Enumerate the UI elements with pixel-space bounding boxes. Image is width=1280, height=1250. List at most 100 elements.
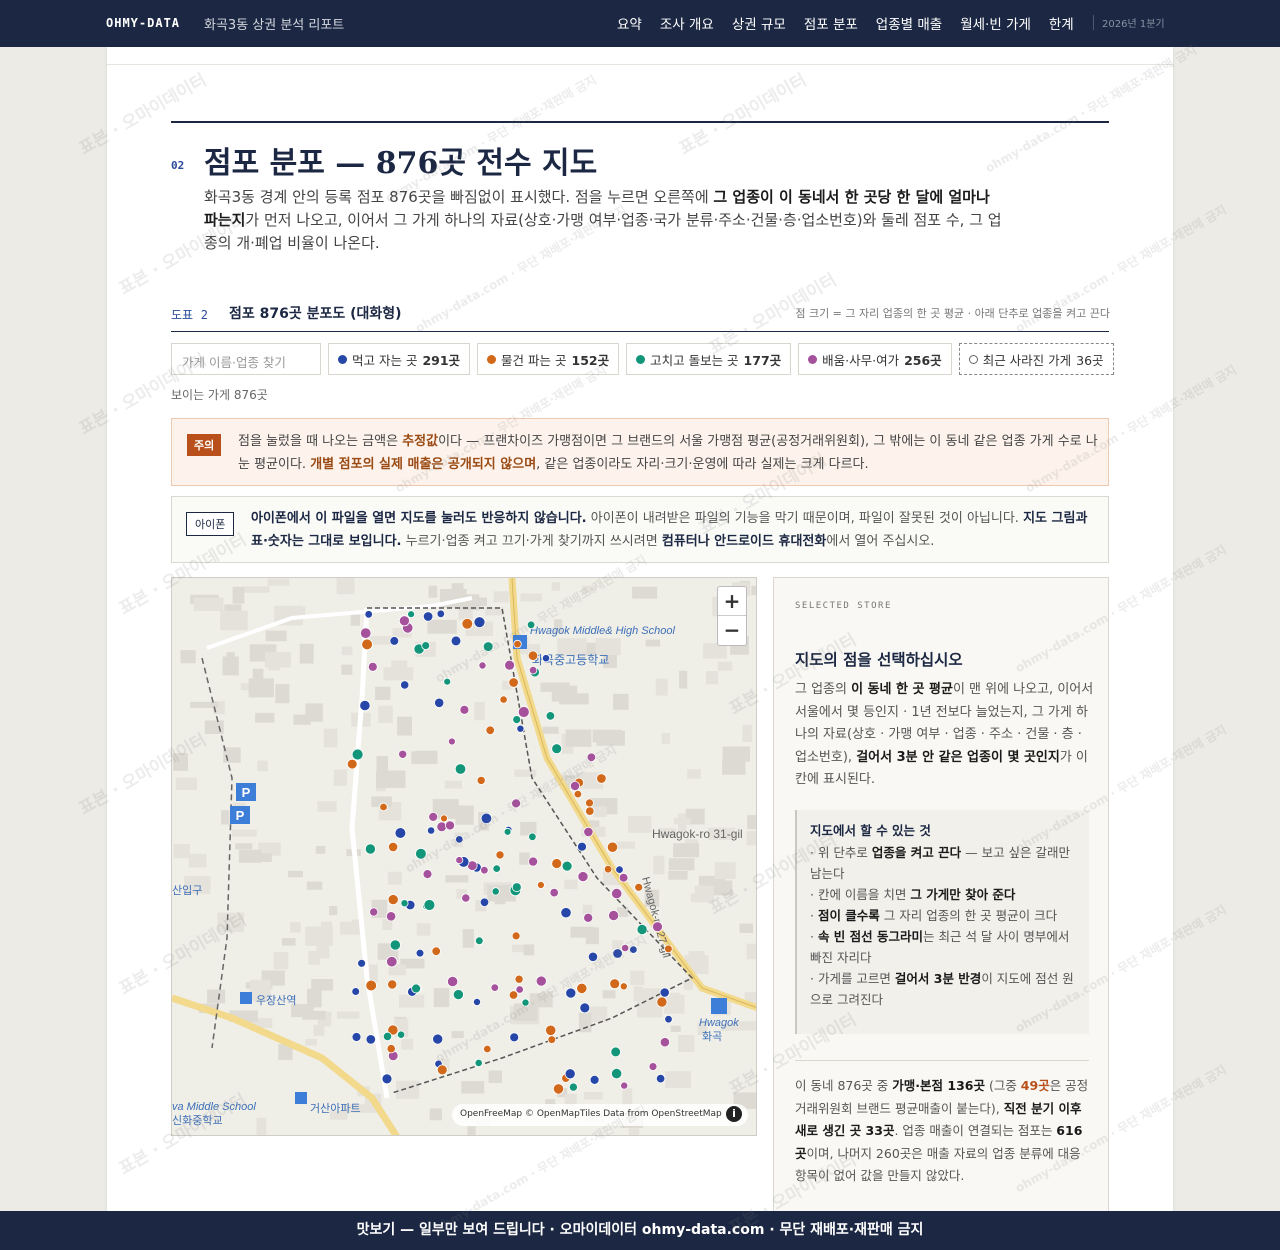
store-dot[interactable] [509, 1032, 520, 1043]
store-dot[interactable] [535, 975, 547, 987]
store-dot[interactable] [436, 609, 445, 618]
filter-chip-closed[interactable]: 최근 사라진 가게 36곳 [958, 343, 1114, 375]
store-dot[interactable] [615, 865, 624, 874]
store-dot[interactable] [351, 1032, 362, 1042]
filter-chip-education-office[interactable]: 배움·사무·여가 256곳 [798, 343, 952, 375]
store-dot[interactable] [499, 695, 508, 704]
store-dot[interactable] [620, 943, 630, 953]
store-dot[interactable] [455, 835, 464, 844]
store-dot[interactable] [508, 677, 519, 688]
store-dot[interactable] [422, 611, 434, 622]
store-dot[interactable] [364, 610, 373, 619]
store-dot[interactable] [398, 615, 410, 627]
zoom-in-button[interactable]: + [718, 587, 746, 616]
store-dot[interactable] [461, 893, 471, 903]
store-dot[interactable] [634, 882, 644, 892]
store-dot[interactable] [659, 987, 670, 998]
store-dot[interactable] [357, 958, 367, 968]
store-dot[interactable] [394, 827, 407, 839]
store-dot[interactable] [397, 1030, 406, 1039]
nav-item-scale[interactable]: 상권 규모 [723, 13, 795, 33]
store-dot[interactable] [351, 987, 361, 996]
store-dot[interactable] [664, 944, 673, 954]
store-dot[interactable] [423, 899, 436, 911]
store-dot[interactable] [528, 832, 537, 841]
store-dot[interactable] [387, 979, 398, 990]
store-dot[interactable] [652, 921, 663, 933]
store-dot[interactable] [636, 923, 648, 935]
store-dot[interactable] [421, 641, 431, 650]
store-dot[interactable] [609, 978, 621, 990]
store-dot[interactable] [521, 998, 530, 1007]
store-dot[interactable] [478, 661, 487, 670]
store-dot[interactable] [655, 1073, 666, 1084]
nav-item-rent[interactable]: 월세·빈 가게 [951, 13, 1040, 33]
store-dot[interactable] [365, 1034, 377, 1045]
zoom-out-button[interactable]: − [718, 616, 746, 645]
store-dot[interactable] [400, 680, 410, 690]
store-dot[interactable] [620, 1081, 629, 1090]
map-attribution[interactable]: OpenFreeMap © OpenMapTiles Data from Ope… [452, 1104, 748, 1126]
store-dot[interactable] [612, 948, 623, 959]
store-dot[interactable] [492, 864, 501, 873]
store-dot[interactable] [576, 982, 588, 994]
store-dot[interactable] [541, 654, 551, 663]
store-dot[interactable] [512, 715, 522, 725]
store-dot[interactable] [526, 620, 536, 629]
store-dot[interactable] [603, 865, 613, 874]
filter-chip-repair-care[interactable]: 고치고 돌보는 곳 177곳 [626, 343, 792, 375]
store-dot[interactable] [381, 1073, 393, 1085]
store-dot[interactable] [351, 748, 364, 761]
store-dot[interactable] [455, 856, 464, 865]
nav-item-sales[interactable]: 업종별 매출 [867, 13, 951, 33]
store-dot[interactable] [503, 827, 512, 836]
store-dot[interactable] [367, 661, 378, 672]
store-dot[interactable] [407, 610, 416, 619]
nav-item-distribution[interactable]: 점포 분포 [795, 13, 867, 33]
store-dot[interactable] [659, 1037, 670, 1048]
store-dot[interactable] [511, 882, 522, 893]
store-dot[interactable] [552, 1083, 565, 1095]
store-dot[interactable] [443, 677, 452, 686]
store-dot[interactable] [656, 996, 668, 1008]
store-dot[interactable] [664, 1015, 673, 1024]
store-dot[interactable] [480, 866, 489, 875]
store-dot[interactable] [369, 907, 379, 917]
store-dot[interactable] [454, 763, 467, 775]
store-dot[interactable] [415, 948, 425, 958]
store-dot[interactable] [545, 711, 556, 721]
store-dot[interactable] [476, 775, 486, 785]
store-dot[interactable] [528, 665, 538, 675]
store-dot[interactable] [436, 1064, 448, 1076]
store-dot[interactable] [515, 985, 524, 994]
store-dot[interactable] [596, 773, 607, 784]
store-dot[interactable] [618, 872, 629, 883]
store-dot[interactable] [573, 789, 583, 799]
store-dot[interactable] [386, 1044, 396, 1054]
store-dot[interactable] [610, 1067, 623, 1080]
store-dot[interactable] [545, 1024, 557, 1036]
store-dot[interactable] [491, 887, 500, 896]
store-dot[interactable] [386, 911, 397, 922]
map-canvas[interactable]: P P Hwagok Middle& High School 화곡중고등학교 H… [172, 578, 757, 1136]
store-search-input[interactable]: 가게 이름·업종 찾기 [171, 343, 321, 375]
store-dot[interactable] [382, 1031, 393, 1041]
info-icon[interactable]: i [726, 1106, 742, 1122]
store-dot[interactable] [446, 975, 459, 988]
store-dot[interactable] [450, 635, 462, 647]
store-dot[interactable] [611, 887, 623, 900]
store-dot[interactable] [513, 639, 522, 649]
nav-item-summary[interactable]: 요약 [608, 13, 651, 33]
store-dot[interactable] [422, 869, 433, 880]
store-dot[interactable] [511, 798, 522, 809]
store-dot[interactable] [364, 843, 376, 855]
store-dot[interactable] [610, 1046, 622, 1058]
store-dot[interactable] [474, 1058, 483, 1067]
store-dot[interactable] [386, 956, 398, 968]
store-dot[interactable] [495, 850, 505, 860]
store-dot[interactable] [517, 706, 530, 718]
store-dot[interactable] [472, 997, 481, 1006]
store-dot[interactable] [398, 749, 408, 759]
store-dot[interactable] [361, 638, 373, 651]
store-dot[interactable] [411, 983, 422, 994]
